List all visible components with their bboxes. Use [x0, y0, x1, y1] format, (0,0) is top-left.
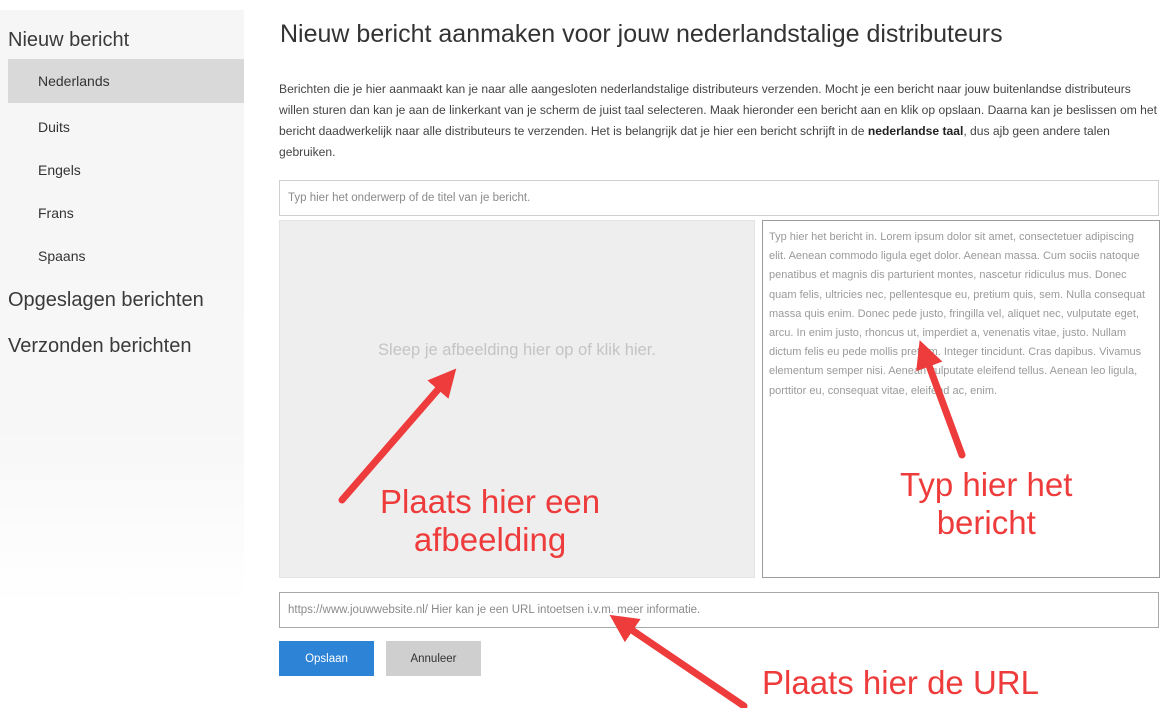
annotation-message-line-2: bericht — [936, 504, 1036, 541]
sidebar-item-frans[interactable]: Frans — [8, 191, 244, 235]
intro-text: Berichten die je hier aanmaakt kan je na… — [279, 79, 1159, 163]
url-input[interactable] — [279, 592, 1159, 628]
sidebar-saved-messages[interactable]: Opgeslagen berichten — [8, 289, 204, 312]
sidebar-new-message[interactable]: Nieuw bericht — [8, 29, 129, 52]
sidebar-item-label: Engels — [38, 162, 81, 178]
save-button[interactable]: Opslaan — [279, 641, 374, 676]
sidebar-item-label: Frans — [38, 205, 74, 221]
sidebar-item-nederlands[interactable]: Nederlands — [8, 59, 244, 103]
sidebar-item-label: Duits — [38, 119, 70, 135]
sidebar: Nieuw bericht Nederlands Duits Engels Fr… — [0, 10, 244, 606]
sidebar-item-label: Nederlands — [38, 73, 110, 89]
arrow-to-url — [609, 614, 748, 708]
sidebar-item-engels[interactable]: Engels — [8, 148, 244, 192]
sidebar-item-label: Spaans — [38, 248, 86, 264]
dropzone-text: Sleep je afbeelding hier op of klik hier… — [378, 341, 656, 359]
cancel-button[interactable]: Annuleer — [386, 641, 481, 676]
annotation-url-label: Plaats hier de URL — [762, 664, 1039, 701]
annotation-message-line-1: Typ hier het — [900, 466, 1073, 503]
sidebar-item-duits[interactable]: Duits — [8, 105, 244, 149]
intro-text-bold: nederlandse taal — [867, 124, 964, 138]
annotation-image-line-1: Plaats hier een — [380, 483, 601, 520]
subject-input[interactable] — [279, 180, 1159, 216]
sidebar-sent-messages[interactable]: Verzonden berichten — [8, 335, 191, 358]
sidebar-item-spaans[interactable]: Spaans — [8, 234, 244, 278]
annotation-message-label: Typ hier het bericht — [900, 466, 1072, 542]
annotation-image-label: Plaats hier een afbeelding — [380, 483, 600, 559]
annotation-image-line-2: afbeelding — [413, 521, 567, 558]
page-title: Nieuw bericht aanmaken voor jouw nederla… — [280, 20, 1003, 48]
